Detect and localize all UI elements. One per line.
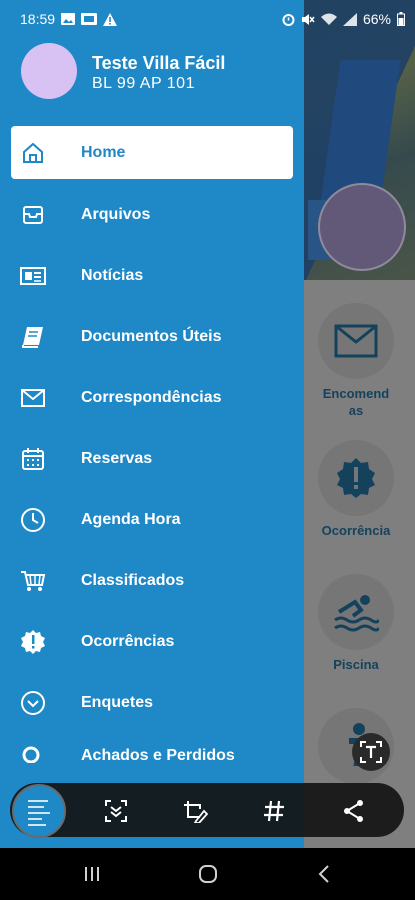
- image-icon: [61, 13, 76, 25]
- edit-crop-button[interactable]: [180, 796, 210, 826]
- menu-label: Reservas: [81, 449, 153, 467]
- envelope-icon: [19, 384, 47, 412]
- home-icon: [19, 139, 47, 167]
- calendar-icon: [19, 445, 47, 473]
- user-unit: BL 99 AP 101: [92, 75, 195, 92]
- newspaper-icon: [19, 262, 47, 290]
- menu-item-home[interactable]: Home: [11, 126, 293, 179]
- menu-item-agenda-hora[interactable]: Agenda Hora: [11, 493, 293, 546]
- user-name: Teste Villa Fácil: [92, 53, 226, 73]
- menu-label: Arquivos: [81, 205, 151, 223]
- menu-label: Classificados: [81, 571, 185, 589]
- cart-icon: [19, 567, 47, 595]
- system-nav-bar: [0, 848, 415, 900]
- mute-icon: [301, 13, 315, 26]
- battery-icon: [397, 12, 405, 26]
- alarm-icon: [282, 13, 295, 26]
- wifi-icon: [320, 13, 337, 26]
- menu-label: Achados e Perdidos: [81, 747, 235, 763]
- menu-label: Ocorrências: [81, 632, 175, 650]
- menu-item-arquivos[interactable]: Arquivos: [11, 188, 293, 241]
- alert-badge-icon: [19, 628, 47, 656]
- avatar[interactable]: [21, 43, 77, 99]
- clock-icon: [19, 506, 47, 534]
- menu-label: Home: [81, 143, 126, 161]
- battery-percentage: 66%: [362, 11, 391, 27]
- navigation-drawer: Teste Villa Fácil BL 99 AP 101 Home Arqu…: [0, 0, 304, 848]
- menu-item-reservas[interactable]: Reservas: [11, 432, 293, 485]
- screenshot-thumbnail[interactable]: [12, 784, 66, 838]
- menu-item-ocorrencias[interactable]: Ocorrências: [11, 615, 293, 668]
- search-icon: [19, 743, 47, 763]
- gallery-icon: [81, 13, 98, 25]
- warning-icon: [103, 12, 118, 26]
- home-button[interactable]: [188, 861, 228, 887]
- status-bar: 18:59 66%: [0, 0, 415, 38]
- menu-item-achados-perdidos[interactable]: Achados e Perdidos: [11, 737, 293, 763]
- menu-item-enquetes[interactable]: Enquetes: [11, 676, 293, 729]
- back-button[interactable]: [304, 861, 344, 887]
- menu-item-correspondencias[interactable]: Correspondências: [11, 371, 293, 424]
- menu-label: Documentos Úteis: [81, 327, 222, 345]
- menu-label: Enquetes: [81, 693, 154, 711]
- signal-icon: [342, 12, 357, 26]
- menu-label: Correspondências: [81, 388, 222, 406]
- scroll-capture-button[interactable]: [101, 796, 131, 826]
- menu-item-documentos[interactable]: Documentos Úteis: [11, 310, 293, 363]
- extract-text-button[interactable]: [352, 733, 390, 771]
- inbox-icon: [19, 201, 47, 229]
- hashtag-button[interactable]: [259, 796, 289, 826]
- book-icon: [19, 323, 47, 351]
- recents-button[interactable]: [72, 861, 112, 887]
- chevron-circle-icon: [19, 689, 47, 717]
- menu-item-classificados[interactable]: Classificados: [11, 554, 293, 607]
- share-button[interactable]: [339, 796, 369, 826]
- drawer-header: Teste Villa Fácil BL 99 AP 101: [0, 38, 304, 110]
- menu-label: Agenda Hora: [81, 510, 181, 528]
- menu-label: Notícias: [81, 266, 144, 284]
- menu-item-noticias[interactable]: Notícias: [11, 249, 293, 302]
- status-time: 18:59: [20, 11, 56, 27]
